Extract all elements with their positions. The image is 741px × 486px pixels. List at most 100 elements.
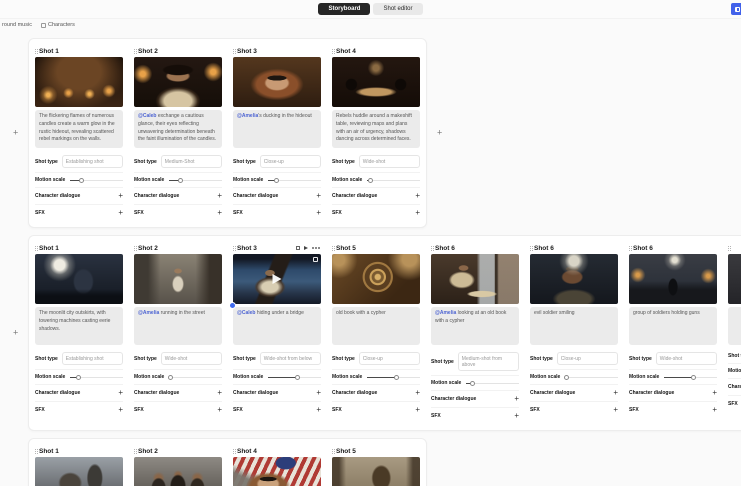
slider-knob[interactable]	[470, 381, 475, 386]
shot-type-input[interactable]: Establishing shot	[62, 352, 123, 365]
shot-thumbnail[interactable]	[431, 254, 519, 304]
slider-knob[interactable]	[274, 178, 279, 183]
drag-handle-icon[interactable]	[233, 246, 234, 247]
shot-type-input[interactable]: Medium-Shot	[161, 155, 222, 168]
shot-thumbnail[interactable]	[35, 57, 123, 107]
drag-handle-icon[interactable]	[35, 49, 36, 50]
add-sfx-button[interactable]: +	[217, 209, 222, 217]
slider-knob[interactable]	[79, 178, 84, 183]
shot-type-input[interactable]: Close-up	[260, 155, 321, 168]
shot-card[interactable]: Shot type Motion scale Character dialogu…	[728, 242, 741, 424]
motion-scale-slider[interactable]	[466, 381, 519, 386]
slider-knob[interactable]	[368, 178, 373, 183]
motion-scale-slider[interactable]	[70, 178, 123, 183]
shot-thumbnail[interactable]	[332, 254, 420, 304]
drag-handle-icon[interactable]	[134, 246, 135, 247]
add-dialogue-button[interactable]: +	[613, 389, 618, 397]
shot-type-input[interactable]: Wide-shot from below	[260, 352, 321, 365]
shot-thumbnail[interactable]	[629, 254, 717, 304]
shot-description[interactable]: The moonlit city outskirts, with towerin…	[35, 307, 123, 345]
storyboard-tab[interactable]: Storyboard	[318, 3, 370, 15]
shot-type-input[interactable]: Close-up	[557, 352, 618, 365]
motion-scale-slider[interactable]	[664, 375, 717, 380]
shot-thumbnail[interactable]	[530, 254, 618, 304]
motion-scale-slider[interactable]	[367, 375, 420, 380]
add-dialogue-button[interactable]: +	[712, 389, 717, 397]
shot-thumbnail[interactable]	[134, 254, 222, 304]
motion-scale-slider[interactable]	[169, 375, 222, 380]
add-dialogue-button[interactable]: +	[415, 389, 420, 397]
drag-handle-icon[interactable]	[35, 449, 36, 450]
shot-thumbnail[interactable]	[233, 457, 321, 486]
shot-card[interactable]: Shot 1 The moonlit city outskirts, with …	[35, 242, 123, 424]
motion-scale-slider[interactable]	[70, 375, 123, 380]
play-overlay-icon[interactable]	[273, 274, 282, 284]
shot-type-input[interactable]: Wide-shot	[656, 352, 717, 365]
slider-knob[interactable]	[394, 375, 399, 380]
shot-thumbnail[interactable]	[134, 57, 222, 107]
add-shot-left-button[interactable]: +	[13, 329, 18, 338]
shot-description[interactable]: old book with a cypher	[332, 307, 420, 345]
drag-handle-icon[interactable]	[332, 449, 333, 450]
drag-handle-icon[interactable]	[332, 246, 333, 247]
shot-thumbnail[interactable]	[35, 457, 123, 486]
shot-thumbnail[interactable]	[233, 57, 321, 107]
add-sfx-button[interactable]: +	[316, 209, 321, 217]
add-sfx-button[interactable]: +	[415, 406, 420, 414]
shot-editor-tab[interactable]: Shot editor	[373, 3, 422, 15]
shot-type-input[interactable]: Wide-shot	[359, 155, 420, 168]
shot-description[interactable]: group of soldiers holding guns	[629, 307, 717, 345]
drag-handle-icon[interactable]	[134, 449, 135, 450]
shot-card[interactable]: Shot 1 The flickering flames of numerous…	[35, 45, 123, 221]
shot-description[interactable]: @Caleb exchange a cautious glance, their…	[134, 110, 222, 148]
shot-card[interactable]: Shot 5 old book with a cypher Shot type …	[332, 242, 420, 424]
shot-description[interactable]: @Amelia looking at an old book with a cy…	[431, 307, 519, 345]
drag-handle-icon[interactable]	[134, 49, 135, 50]
shot-card[interactable]: Shot 4 Rebels huddle around a makeshift …	[332, 45, 420, 221]
shot-card[interactable]: Shot 6 group of soldiers holding guns Sh…	[629, 242, 717, 424]
add-sfx-button[interactable]: +	[712, 406, 717, 414]
drag-handle-icon[interactable]	[233, 49, 234, 50]
shot-thumbnail[interactable]	[332, 57, 420, 107]
more-icon[interactable]	[315, 247, 317, 249]
expand-icon[interactable]	[313, 257, 318, 262]
motion-scale-slider[interactable]	[268, 178, 321, 183]
shot-card[interactable]: Shot 5 Machines unleashing a deafening c…	[332, 445, 420, 486]
add-dialogue-button[interactable]: +	[217, 389, 222, 397]
shot-card[interactable]: Shot 3 @Caleb hiding under a bridge Shot…	[233, 242, 321, 424]
shot-description[interactable]: @Caleb hiding under a bridge	[233, 307, 321, 345]
add-sfx-button[interactable]: +	[118, 406, 123, 414]
shot-card[interactable]: Shot 2 @Caleb and rebels positioning the…	[134, 445, 222, 486]
add-dialogue-button[interactable]: +	[118, 389, 123, 397]
shot-card[interactable]: Shot 6 evil soldier smiling Shot type Cl…	[530, 242, 618, 424]
shot-description[interactable]: evil soldier smiling	[530, 307, 618, 345]
shot-description[interactable]: @Amelia running in the street	[134, 307, 222, 345]
shot-type-input[interactable]: Establishing shot	[62, 155, 123, 168]
play-icon[interactable]	[304, 246, 308, 250]
add-dialogue-button[interactable]: +	[316, 389, 321, 397]
slider-knob[interactable]	[178, 178, 183, 183]
shot-card[interactable]: Shot 3 @Amelia's ducking in the hideout …	[233, 45, 321, 221]
add-dialogue-button[interactable]: +	[118, 192, 123, 200]
shot-description[interactable]	[728, 307, 741, 345]
shot-type-input[interactable]: Close-up	[359, 352, 420, 365]
tab-background-music[interactable]: round music	[2, 22, 32, 28]
shot-thumbnail[interactable]	[35, 254, 123, 304]
shot-thumbnail[interactable]	[728, 254, 741, 304]
slider-knob[interactable]	[76, 375, 81, 380]
shot-card[interactable]: Shot 2 @Amelia running in the street Sho…	[134, 242, 222, 424]
shot-card[interactable]: Shot 1 The central square, draped in dar…	[35, 445, 123, 486]
drag-handle-icon[interactable]	[35, 246, 36, 247]
drag-handle-icon[interactable]	[332, 49, 333, 50]
shot-type-input[interactable]: Wide-shot	[161, 352, 222, 365]
slider-knob[interactable]	[168, 375, 173, 380]
panel-button[interactable]	[731, 3, 741, 15]
drag-indicator-dot[interactable]	[229, 302, 236, 309]
add-sfx-button[interactable]: +	[514, 412, 519, 420]
add-dialogue-button[interactable]: +	[415, 192, 420, 200]
shot-card[interactable]: Shot 6 @Amelia looking at an old book wi…	[431, 242, 519, 424]
shot-description[interactable]: The flickering flames of numerous candle…	[35, 110, 123, 148]
motion-scale-slider[interactable]	[367, 178, 420, 183]
add-dialogue-button[interactable]: +	[217, 192, 222, 200]
motion-scale-slider[interactable]	[169, 178, 222, 183]
